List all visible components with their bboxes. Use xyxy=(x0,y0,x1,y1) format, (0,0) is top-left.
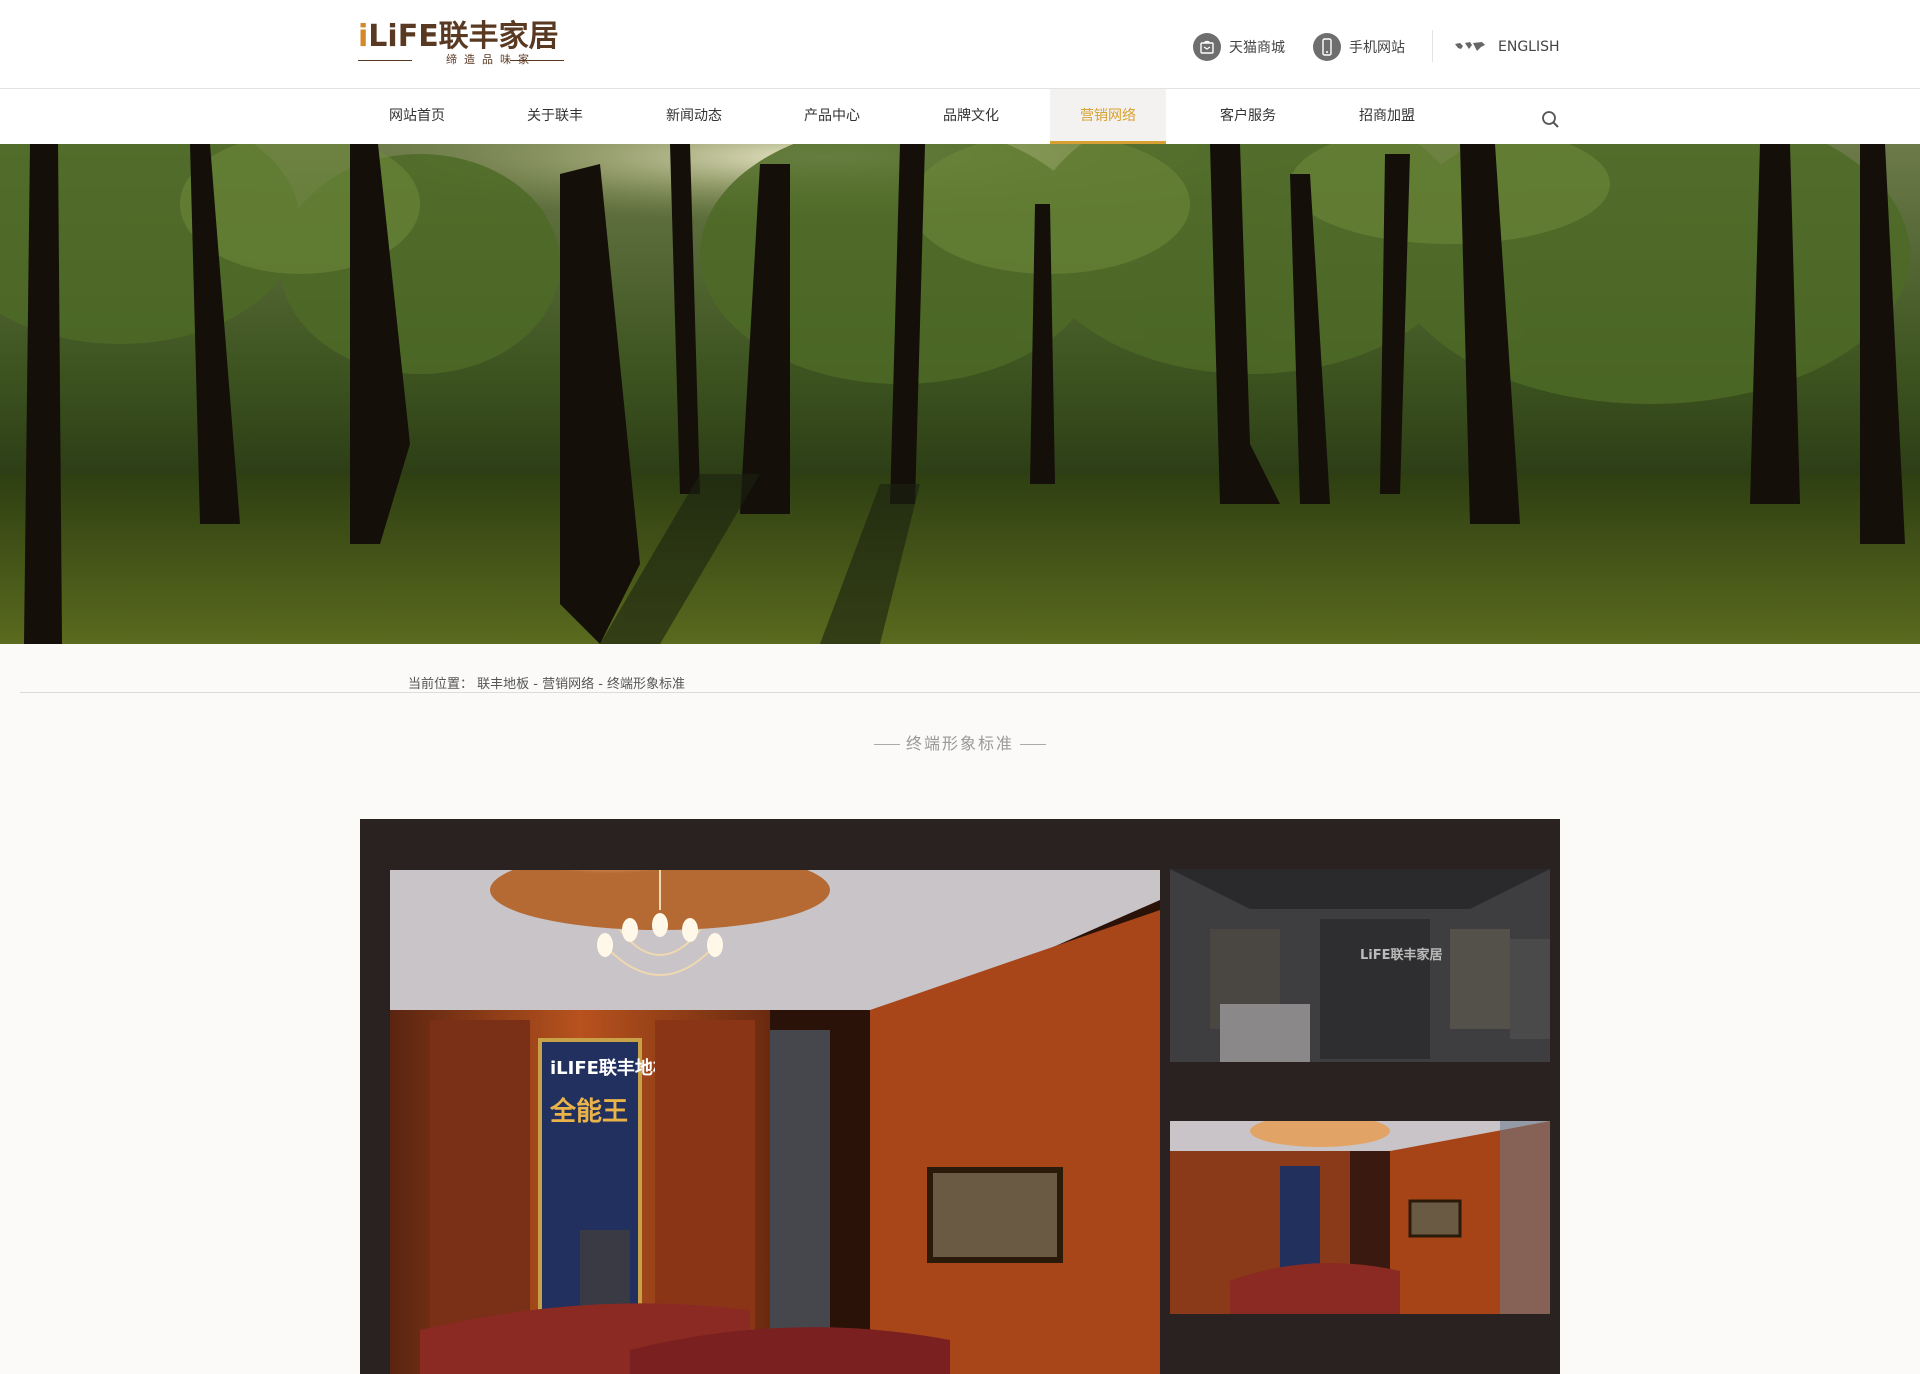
toplinks-divider xyxy=(1432,30,1433,62)
english-label: ENGLISH xyxy=(1498,39,1560,55)
main-nav: 网站首页 关于联丰 新闻动态 产品中心 品牌文化 营销网络 客户服务 招商加盟 xyxy=(0,89,1920,144)
section-heading: 终端形象标准 xyxy=(0,730,1920,754)
tmall-link-label: 天猫商城 xyxy=(1229,40,1285,56)
gallery-main-image[interactable]: iLIFE联丰地板 全能王 xyxy=(390,870,1160,1374)
nav-item-home[interactable]: 网站首页 xyxy=(363,89,471,144)
gallery-thumb-interior[interactable] xyxy=(1170,1121,1550,1314)
store-image-gallery: iLIFE联丰地板 全能王 LiFE联丰家居 xyxy=(360,819,1560,1374)
mobile-phone-icon xyxy=(1313,33,1341,61)
breadcrumb-divider xyxy=(20,692,1920,693)
site-logo[interactable]: iLiFE联丰家居 缔造品味家 xyxy=(358,20,564,68)
nav-item-marketing-network[interactable]: 营销网络 xyxy=(1050,89,1166,144)
poster-headline-text: 全能王 xyxy=(549,1096,628,1127)
nav-item-franchise[interactable]: 招商加盟 xyxy=(1333,89,1441,144)
nav-item-news[interactable]: 新闻动态 xyxy=(640,89,748,144)
top-header: iLiFE联丰家居 缔造品味家 天猫商城 手机网站 ENGLISH xyxy=(0,0,1920,89)
gallery-thumb-storefront[interactable]: LiFE联丰家居 xyxy=(1170,869,1550,1062)
store-sign-text: LiFE联丰家居 xyxy=(1360,947,1443,963)
tmall-bag-icon xyxy=(1193,33,1221,61)
logo-wordmark: iLiFE联丰家居 xyxy=(358,19,559,54)
poster-brand-text: iLIFE联丰地板 xyxy=(550,1057,672,1079)
search-icon[interactable] xyxy=(1540,108,1562,130)
english-link[interactable]: ENGLISH xyxy=(1454,32,1560,62)
section-title-text: 终端形象标准 xyxy=(905,734,1014,753)
forest-banner-image xyxy=(0,144,1920,644)
mobile-site-label: 手机网站 xyxy=(1349,40,1405,56)
nav-item-about[interactable]: 关于联丰 xyxy=(501,89,609,144)
nav-item-customer-service[interactable]: 客户服务 xyxy=(1194,89,1302,144)
logo-tagline: 缔造品味家 xyxy=(358,53,564,67)
world-map-icon xyxy=(1454,40,1486,54)
nav-item-brand-culture[interactable]: 品牌文化 xyxy=(917,89,1025,144)
mobile-site-link[interactable]: 手机网站 xyxy=(1313,32,1405,62)
breadcrumb: 当前位置： 联丰地板 - 营销网络 - 终端形象标准 xyxy=(408,677,686,692)
nav-item-products[interactable]: 产品中心 xyxy=(778,89,886,144)
tmall-link[interactable]: 天猫商城 xyxy=(1193,32,1285,62)
